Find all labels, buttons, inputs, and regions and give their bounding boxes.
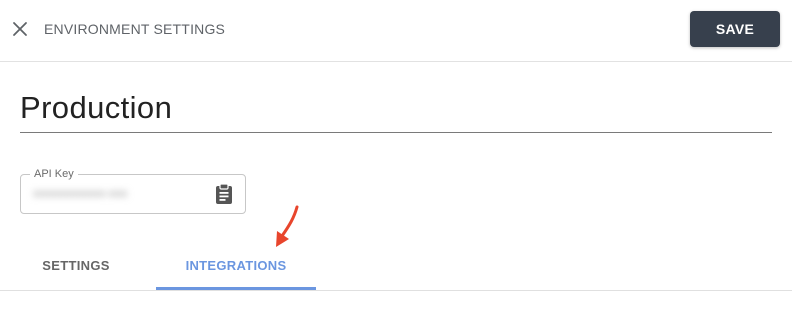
environment-name-value[interactable]: Production bbox=[20, 90, 172, 126]
page-title: ENVIRONMENT SETTINGS bbox=[44, 21, 226, 37]
api-key-label: API Key bbox=[30, 167, 78, 181]
tab-settings[interactable]: SETTINGS bbox=[0, 240, 152, 290]
tab-bar: SETTINGS INTEGRATIONS bbox=[0, 240, 792, 291]
api-key-value[interactable]: xxxxxxxxxxxx-xxxx bbox=[33, 186, 128, 200]
top-bar: ENVIRONMENT SETTINGS SAVE bbox=[0, 0, 792, 62]
clipboard-icon[interactable] bbox=[214, 183, 234, 205]
tab-integrations[interactable]: INTEGRATIONS bbox=[156, 240, 316, 290]
environment-name-field[interactable]: Production bbox=[20, 88, 772, 133]
api-key-field[interactable]: API Key xxxxxxxxxxxx-xxxx bbox=[20, 167, 246, 214]
close-icon[interactable] bbox=[11, 20, 29, 38]
save-button[interactable]: SAVE bbox=[690, 11, 780, 47]
active-tab-indicator bbox=[156, 287, 316, 290]
